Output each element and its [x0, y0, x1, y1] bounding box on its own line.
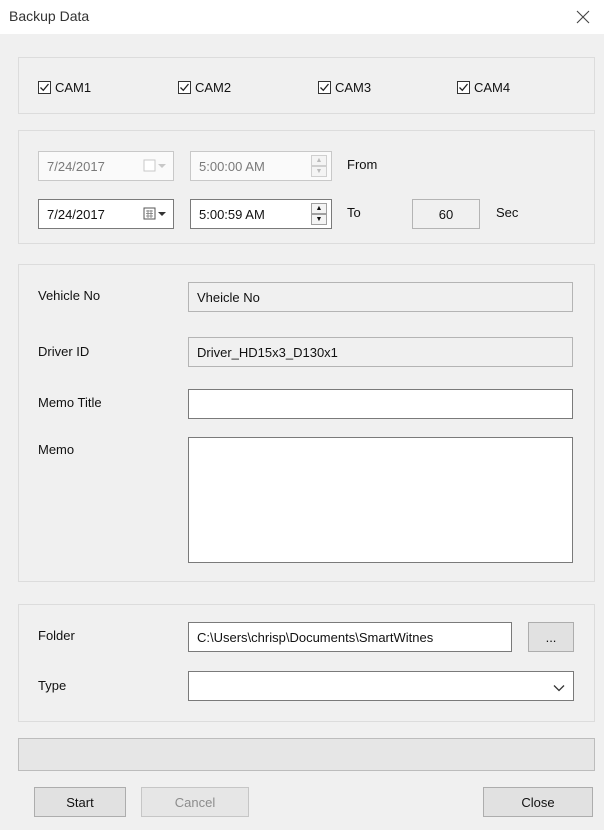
type-select[interactable]: [188, 671, 574, 701]
from-time-spinner[interactable]: ▲ ▼: [311, 155, 327, 177]
memo-textarea[interactable]: [188, 437, 573, 563]
to-time-picker[interactable]: 5:00:59 AM ▲ ▼: [190, 199, 332, 229]
to-date-picker[interactable]: 7/24/2017: [38, 199, 174, 229]
vehicle-no-label: Vehicle No: [38, 288, 101, 303]
checkmark-icon: [457, 81, 470, 94]
checkmark-icon: [38, 81, 51, 94]
cam3-label: CAM3: [335, 80, 372, 95]
calendar-dropdown-icon[interactable]: [143, 207, 167, 221]
browse-folder-button[interactable]: ...: [528, 622, 574, 652]
spin-up-icon[interactable]: ▲: [311, 203, 327, 214]
backup-progress-bar: [18, 738, 595, 771]
checkmark-icon: [318, 81, 331, 94]
cancel-button[interactable]: Cancel: [141, 787, 249, 817]
from-date-picker[interactable]: 7/24/2017: [38, 151, 174, 181]
duration-field: 60: [412, 199, 480, 229]
cam2-checkbox[interactable]: CAM2: [178, 80, 231, 95]
duration-unit: Sec: [496, 205, 519, 220]
from-label: From: [347, 157, 378, 172]
cam1-label: CAM1: [55, 80, 92, 95]
folder-label: Folder: [38, 628, 75, 643]
memo-label: Memo: [38, 442, 75, 457]
vehicle-no-field[interactable]: Vheicle No: [188, 282, 573, 312]
window-title: Backup Data: [9, 8, 90, 24]
close-icon[interactable]: [570, 4, 596, 30]
folder-path-input[interactable]: C:\Users\chrisp\Documents\SmartWitnes: [188, 622, 512, 652]
driver-id-label: Driver ID: [38, 344, 90, 359]
close-button[interactable]: Close: [483, 787, 593, 817]
memo-title-label: Memo Title: [38, 395, 102, 410]
type-label: Type: [38, 678, 67, 693]
title-bar: Backup Data: [0, 0, 604, 34]
cam1-checkbox[interactable]: CAM1: [38, 80, 91, 95]
cam4-checkbox[interactable]: CAM4: [457, 80, 510, 95]
start-button[interactable]: Start: [34, 787, 126, 817]
chevron-down-icon: [553, 681, 565, 696]
cam4-label: CAM4: [474, 80, 511, 95]
checkmark-icon: [178, 81, 191, 94]
to-time-spinner[interactable]: ▲ ▼: [311, 203, 327, 225]
cam3-checkbox[interactable]: CAM3: [318, 80, 371, 95]
spin-down-icon[interactable]: ▼: [311, 166, 327, 177]
driver-id-field[interactable]: Driver_HD15x3_D130x1: [188, 337, 573, 367]
spin-up-icon[interactable]: ▲: [311, 155, 327, 166]
calendar-dropdown-icon[interactable]: [143, 159, 167, 173]
cam2-label: CAM2: [195, 80, 232, 95]
memo-title-input[interactable]: [188, 389, 573, 419]
to-label: To: [347, 205, 361, 220]
from-time-picker[interactable]: 5:00:00 AM ▲ ▼: [190, 151, 332, 181]
spin-down-icon[interactable]: ▼: [311, 214, 327, 225]
